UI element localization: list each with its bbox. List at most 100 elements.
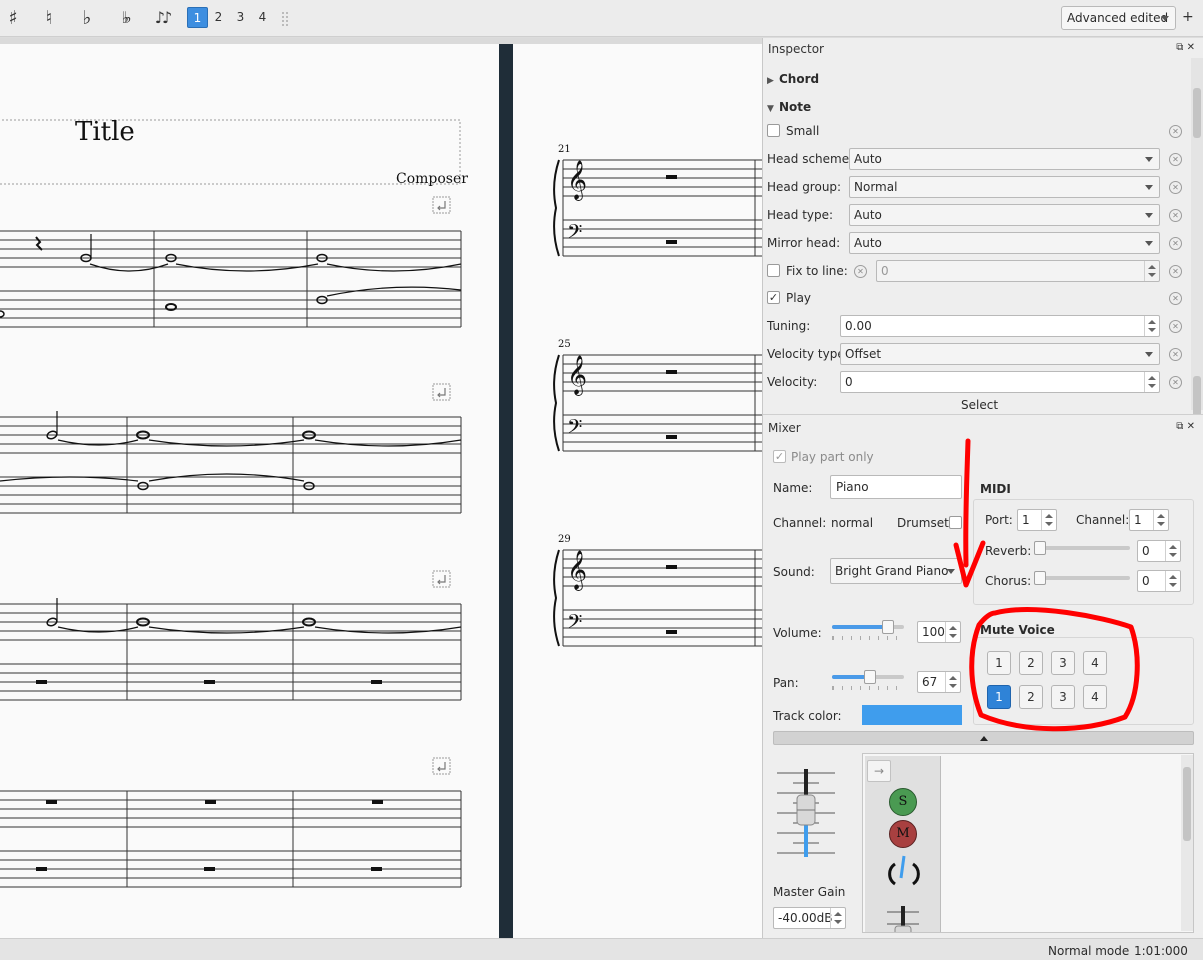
spin-up-icon[interactable]: [1148, 376, 1156, 380]
toolbar-grip[interactable]: [282, 12, 288, 26]
fix-to-line-spinbox[interactable]: 0: [876, 260, 1160, 282]
reset-icon[interactable]: ✕: [1169, 181, 1182, 194]
section-note[interactable]: ▼ Note: [767, 100, 811, 114]
chorus-slider[interactable]: [1034, 571, 1130, 585]
play-part-only-checkbox[interactable]: ✓: [773, 450, 786, 463]
spin-down-icon[interactable]: [1169, 553, 1177, 557]
spin-down-icon[interactable]: [1148, 273, 1156, 277]
spin-up-icon[interactable]: [1148, 265, 1156, 269]
voice-3-button[interactable]: 3: [230, 7, 251, 28]
voice-4-button[interactable]: 4: [252, 7, 273, 28]
reset-icon[interactable]: ✕: [1169, 153, 1182, 166]
slider-handle[interactable]: [864, 670, 876, 684]
head-type-select[interactable]: Auto: [849, 204, 1160, 226]
mute-voice-staff1-v3-button[interactable]: 3: [1051, 651, 1075, 675]
reverb-spinbox[interactable]: 0: [1137, 540, 1181, 562]
pan-knob-icon[interactable]: [887, 852, 921, 888]
spin-down-icon[interactable]: [949, 634, 957, 638]
reset-icon[interactable]: ✕: [1169, 237, 1182, 250]
mute-voice-staff2-v1-button[interactable]: 1: [987, 685, 1011, 709]
mixer-scrollbar[interactable]: [1181, 755, 1193, 931]
natural-icon[interactable]: ♮: [38, 6, 60, 30]
pan-slider[interactable]: [832, 670, 904, 684]
mute-voice-staff1-v4-button[interactable]: 4: [1083, 651, 1107, 675]
small-checkbox[interactable]: [767, 124, 780, 137]
fix-to-line-checkbox[interactable]: [767, 264, 780, 277]
flat-icon[interactable]: ♭: [76, 6, 98, 30]
velocity-type-select[interactable]: Offset: [840, 343, 1160, 365]
volume-spinbox[interactable]: 100: [917, 621, 961, 643]
mute-voice-staff2-v4-button[interactable]: 4: [1083, 685, 1107, 709]
track-color-swatch[interactable]: [862, 705, 962, 725]
spin-down-icon[interactable]: [1148, 384, 1156, 388]
channel-strip[interactable]: → S M: [865, 756, 941, 932]
mute-voice-staff2-v3-button[interactable]: 3: [1051, 685, 1075, 709]
spin-up-icon[interactable]: [1169, 575, 1177, 579]
midi-channel-spinbox[interactable]: 1: [1129, 509, 1169, 531]
close-icon[interactable]: ✕: [1187, 42, 1195, 53]
select-section-header[interactable]: Select: [961, 398, 998, 412]
voice-1-button[interactable]: 1: [187, 7, 208, 28]
spin-up-icon[interactable]: [834, 912, 842, 916]
master-gain-fader[interactable]: [773, 767, 843, 861]
reset-icon[interactable]: ✕: [1169, 292, 1182, 305]
part-name-input[interactable]: Piano: [830, 475, 962, 499]
velocity-spinbox[interactable]: 0: [840, 371, 1160, 393]
reset-icon[interactable]: ✕: [1169, 209, 1182, 222]
spin-down-icon[interactable]: [1045, 522, 1053, 526]
spin-down-icon[interactable]: [1148, 328, 1156, 332]
play-checkbox[interactable]: ✓: [767, 291, 780, 304]
pan-spinbox[interactable]: 67: [917, 671, 961, 693]
double-flat-icon[interactable]: ♭♭: [110, 6, 138, 30]
mixer-dock-buttons[interactable]: ⧉ ✕: [1176, 421, 1195, 432]
drumset-checkbox[interactable]: [949, 516, 962, 529]
reset-icon[interactable]: ✕: [854, 265, 867, 278]
inspector-scrollbar[interactable]: [1191, 58, 1203, 418]
spin-down-icon[interactable]: [1157, 522, 1165, 526]
head-group-select[interactable]: Normal: [849, 176, 1160, 198]
float-icon[interactable]: ⧉: [1176, 421, 1183, 432]
reset-icon[interactable]: ✕: [1169, 376, 1182, 389]
mute-voice-staff1-v2-button[interactable]: 2: [1019, 651, 1043, 675]
float-icon[interactable]: ⧉: [1176, 42, 1183, 53]
score-page-1[interactable]: Title Composer: [0, 44, 499, 938]
spin-up-icon[interactable]: [1148, 320, 1156, 324]
close-icon[interactable]: ✕: [1187, 421, 1195, 432]
reverb-slider[interactable]: [1034, 541, 1130, 555]
spin-down-icon[interactable]: [1169, 583, 1177, 587]
expand-arrow-icon[interactable]: →: [867, 760, 891, 782]
spin-up-icon[interactable]: [1169, 545, 1177, 549]
spin-up-icon[interactable]: [949, 676, 957, 680]
slider-handle[interactable]: [882, 620, 894, 634]
reset-icon[interactable]: ✕: [1169, 320, 1182, 333]
section-chord[interactable]: ▶ Chord: [767, 72, 819, 86]
sound-select[interactable]: Bright Grand Piano: [830, 558, 962, 584]
mute-voice-staff1-v1-button[interactable]: 1: [987, 651, 1011, 675]
spin-up-icon[interactable]: [1157, 514, 1165, 518]
scrollbar-thumb[interactable]: [1183, 767, 1191, 841]
sharp-icon[interactable]: ♯: [2, 6, 24, 30]
voice-notes-icon[interactable]: ♪♪: [148, 6, 176, 30]
mute-button[interactable]: M: [889, 820, 917, 848]
voice-2-button[interactable]: 2: [208, 7, 229, 28]
mixer-details-toggle[interactable]: [773, 731, 1194, 745]
reset-icon[interactable]: ✕: [1169, 125, 1182, 138]
tuning-spinbox[interactable]: 0.00: [840, 315, 1160, 337]
spin-down-icon[interactable]: [834, 920, 842, 924]
reset-icon[interactable]: ✕: [1169, 348, 1182, 361]
channel-fader[interactable]: [885, 906, 921, 932]
inspector-dock-buttons[interactable]: ⧉ ✕: [1176, 42, 1195, 53]
solo-button[interactable]: S: [889, 788, 917, 816]
spin-up-icon[interactable]: [949, 626, 957, 630]
master-gain-spinbox[interactable]: -40.00dB: [773, 907, 846, 929]
scrollbar-thumb-lower[interactable]: [1193, 376, 1201, 418]
spin-down-icon[interactable]: [949, 684, 957, 688]
scrollbar-thumb[interactable]: [1193, 88, 1201, 138]
mirror-head-select[interactable]: Auto: [849, 232, 1160, 254]
add-workspace-button[interactable]: +: [1182, 9, 1194, 25]
slider-handle[interactable]: [1034, 571, 1046, 585]
volume-slider[interactable]: [832, 620, 904, 634]
port-spinbox[interactable]: 1: [1017, 509, 1057, 531]
spin-up-icon[interactable]: [1045, 514, 1053, 518]
chorus-spinbox[interactable]: 0: [1137, 570, 1181, 592]
